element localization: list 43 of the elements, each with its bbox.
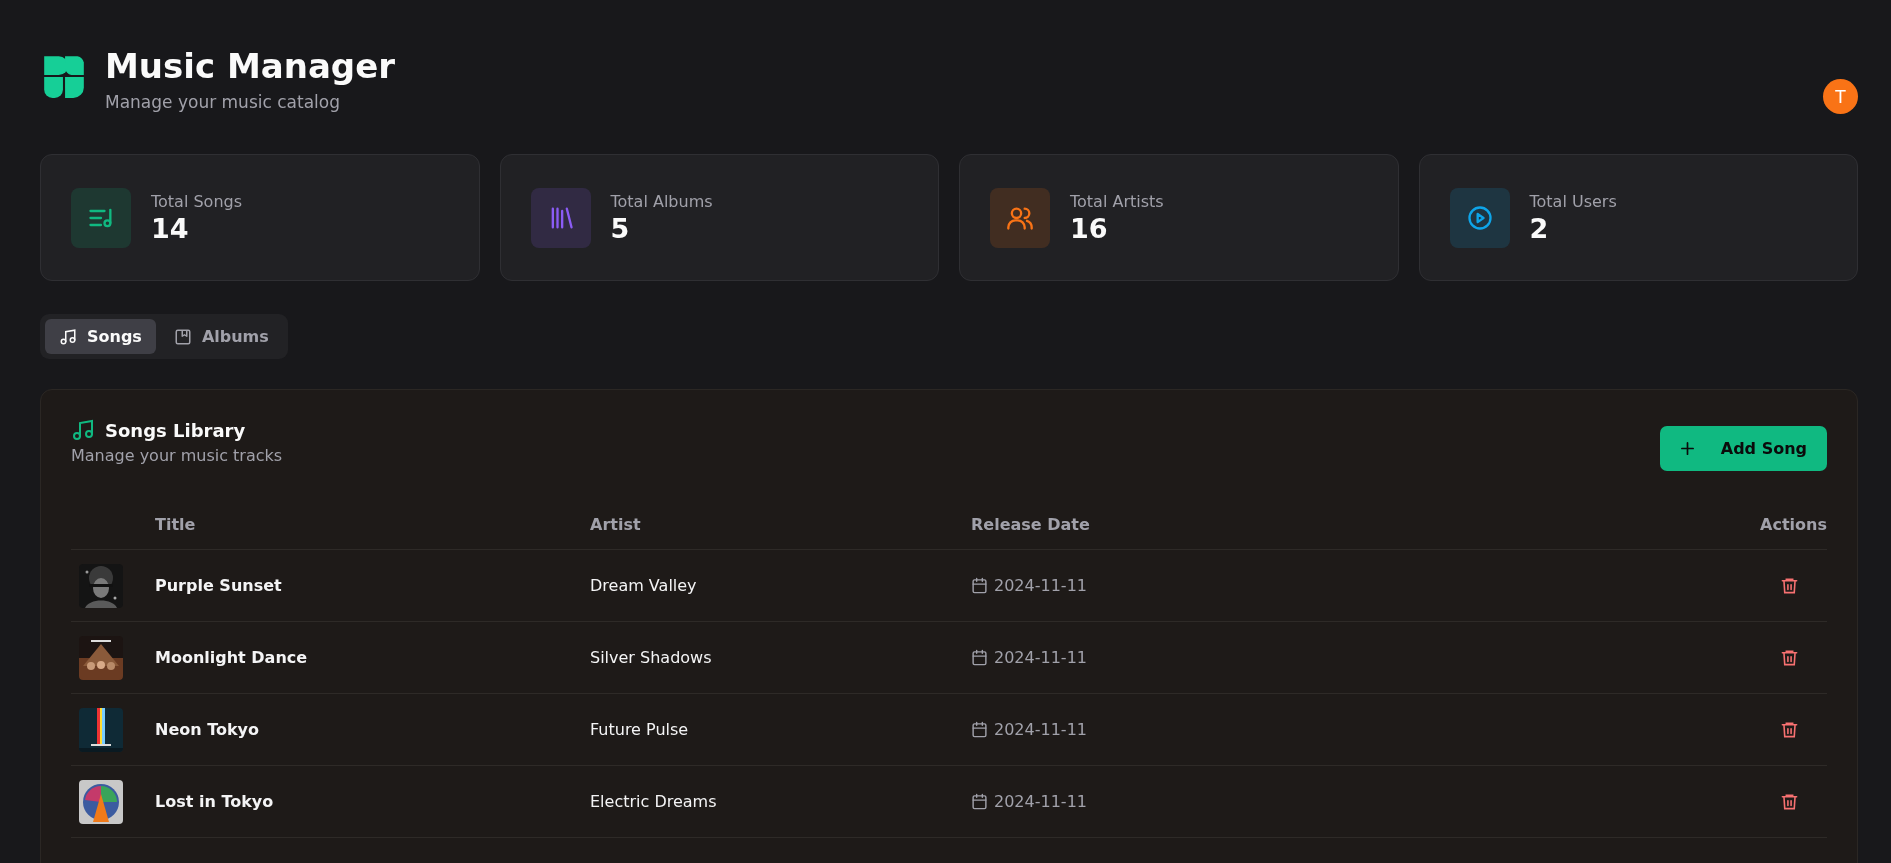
column-header: Artist [590, 514, 642, 534]
stat-label: Total Songs [151, 191, 243, 211]
calendar-icon [971, 649, 988, 666]
song-title: Lost in Tokyo [155, 792, 275, 811]
stat-value: 5 [610, 212, 631, 244]
calendar-icon [971, 721, 988, 738]
trash-icon [1780, 720, 1799, 739]
stat-label: Total Users [1529, 191, 1617, 211]
column-header: Actions [1760, 514, 1827, 534]
tab[interactable]: Songs [45, 319, 156, 354]
trash-icon [1780, 648, 1799, 667]
stat-value: 16 [1070, 212, 1109, 244]
artist-name: Silver Shadows [590, 648, 713, 667]
release-date: 2024-11-11 [994, 792, 1087, 811]
stat-label: Total Albums [610, 191, 713, 211]
trash-icon [1780, 576, 1799, 595]
music-note-icon [71, 418, 95, 442]
calendar-icon [971, 577, 988, 594]
release-date: 2024-11-11 [994, 720, 1087, 739]
music-note-icon [59, 327, 77, 346]
tab[interactable]: Albums [159, 319, 283, 354]
release-date: 2024-11-11 [994, 648, 1087, 667]
add-song-button[interactable]: Add Song [1659, 426, 1827, 471]
column-header: Title [155, 514, 197, 534]
stat-value: 14 [151, 212, 190, 244]
panel-title: Songs Library [105, 419, 246, 441]
app-subtitle: Manage your music catalog [105, 92, 341, 112]
artist-name: Dream Valley [590, 576, 698, 595]
plus-icon [1679, 441, 1695, 456]
column-header: Release Date [971, 514, 1091, 534]
calendar-icon [971, 793, 988, 810]
artist-name: Electric Dreams [590, 792, 718, 811]
album-icon [173, 327, 192, 346]
panel-subtitle: Manage your music tracks [71, 446, 283, 465]
song-title: Purple Sunset [155, 576, 283, 595]
stat-label: Total Artists [1070, 191, 1164, 211]
trash-icon [1780, 792, 1799, 811]
song-title: Moonlight Dance [155, 648, 309, 667]
artist-name: Future Pulse [590, 720, 690, 739]
release-date: 2024-11-11 [994, 576, 1087, 595]
stat-value: 2 [1529, 212, 1550, 244]
song-title: Neon Tokyo [155, 720, 261, 739]
app-title: Music Manager [105, 45, 396, 88]
